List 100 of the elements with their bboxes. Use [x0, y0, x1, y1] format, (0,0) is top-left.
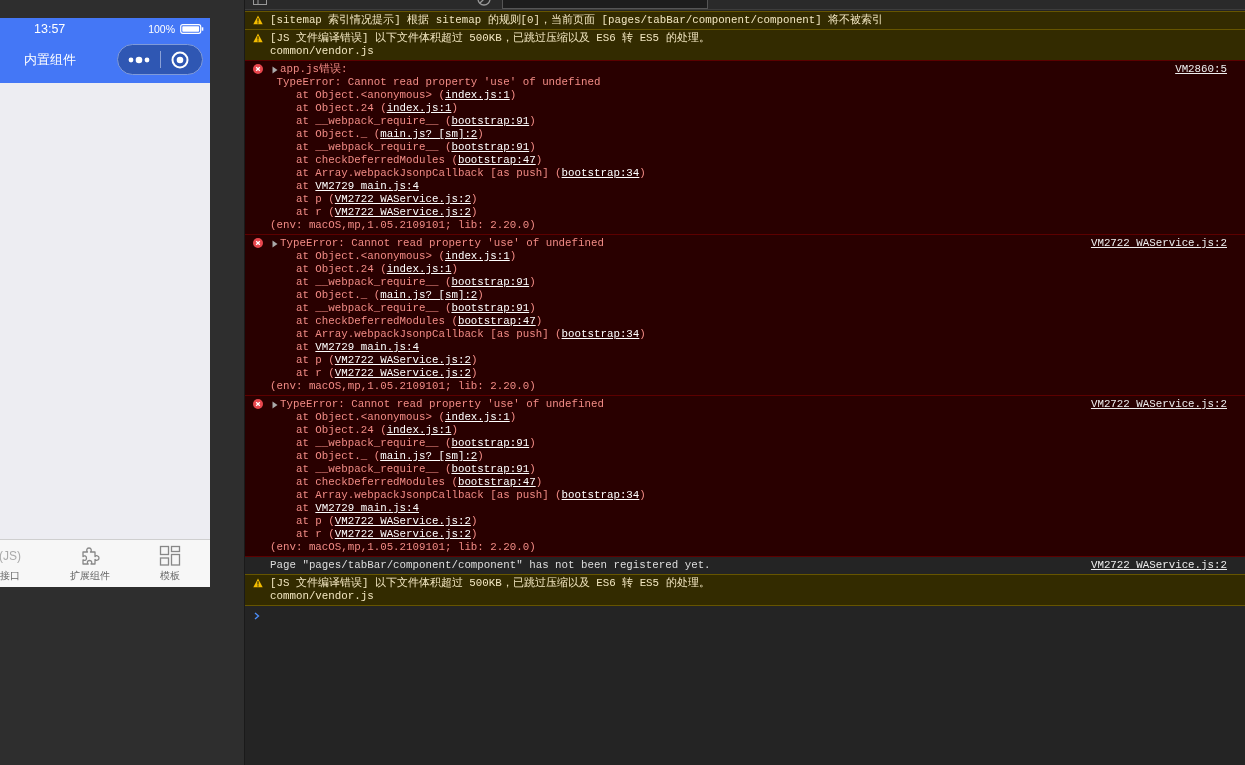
grid-icon — [159, 545, 181, 567]
message-text: at r ( — [294, 206, 335, 219]
message-text: [JS 文件编译错误] 以下文件体积超过 500KB，已跳过压缩以及 ES6 转 ES5 的处理。 — [270, 577, 710, 590]
tab-label[interactable]: 扩展组件 — [70, 570, 110, 583]
source-link[interactable]: VM2722 WAService.js:2 — [334, 528, 471, 541]
message-text: at __webpack_require__ ( — [294, 276, 452, 289]
message-text: at — [294, 180, 310, 193]
message-text: at p ( — [294, 354, 335, 367]
source-link[interactable]: index.js:1 — [444, 411, 510, 424]
source-link[interactable]: VM2729 main.js:4 — [315, 180, 420, 193]
source-link[interactable]: index.js:1 — [386, 102, 452, 115]
source-link[interactable]: bootstrap:91 — [451, 437, 530, 450]
source-link[interactable]: bootstrap:47 — [457, 476, 536, 489]
source-link[interactable]: VM2729 main.js:4 — [315, 502, 420, 515]
message-text: TypeError: Cannot read property 'use' of undefined — [275, 76, 601, 89]
message-text: at Array.webpackJsonpCallback [as push] ( — [294, 167, 562, 180]
message-text: ) — [639, 328, 646, 341]
message-text: app.js错误: — [280, 63, 348, 76]
source-link[interactable]: VM2860:5 — [1175, 63, 1227, 76]
message-text: at Object.24 ( — [294, 263, 387, 276]
source-link[interactable]: VM2722 WAService.js:2 — [334, 206, 471, 219]
message-text: at r ( — [294, 367, 335, 380]
message-text: ) — [529, 276, 536, 289]
source-link[interactable]: bootstrap:34 — [561, 328, 640, 341]
tab-label[interactable]: 模板 — [160, 570, 180, 583]
source-link[interactable]: VM2729 main.js:4 — [315, 341, 420, 354]
message-text: ) — [535, 315, 543, 328]
message-text: ) — [470, 367, 478, 380]
source-link[interactable]: index.js:1 — [444, 250, 510, 263]
source-link[interactable]: VM2722 WAService.js:2 — [1090, 237, 1227, 250]
source-link[interactable]: bootstrap:34 — [561, 489, 640, 502]
message-text: ) — [529, 115, 536, 128]
message-text: Page "pages/tabBar/component/component" has not been registered yet. — [270, 559, 711, 572]
message-text: [JS 文件编译错误] 以下文件体积超过 500KB，已跳过压缩以及 ES6 转 ES5 的处理。 — [270, 32, 710, 45]
message-text: at Object.<anonymous> ( — [294, 411, 445, 424]
source-link[interactable]: VM2722 WAService.js:2 — [334, 354, 471, 367]
source-link[interactable]: main.js? [sm]:2 — [380, 128, 478, 141]
message-text: ) — [535, 154, 543, 167]
message-text: at checkDeferredModules ( — [294, 154, 458, 167]
message-text: ) — [509, 89, 517, 102]
source-link[interactable]: bootstrap:91 — [451, 141, 530, 154]
more-icon — [128, 55, 150, 64]
message-text: at __webpack_require__ ( — [294, 115, 452, 128]
prompt-icon — [254, 612, 260, 620]
message-text: at Object._ ( — [294, 128, 381, 141]
source-link[interactable]: bootstrap:91 — [451, 276, 530, 289]
message-text: ) — [477, 289, 484, 302]
source-link[interactable]: index.js:1 — [386, 424, 452, 437]
message-text: ) — [451, 102, 458, 115]
message-text: ) — [477, 450, 484, 463]
message-text: common/vendor.js — [270, 45, 374, 58]
message-text: at Array.webpackJsonpCallback [as push] ( — [294, 489, 562, 502]
message-text: at checkDeferredModules ( — [294, 476, 458, 489]
puzzle-icon — [79, 545, 101, 567]
message-text: at __webpack_require__ ( — [294, 463, 452, 476]
message-text: TypeError: Cannot read property 'use' of undefined — [280, 398, 604, 411]
source-link[interactable]: bootstrap:91 — [451, 115, 530, 128]
page-title: 内置组件 — [24, 50, 76, 69]
message-text: ) — [529, 437, 536, 450]
message-text: at Object.24 ( — [294, 102, 387, 115]
message-text: ) — [470, 515, 478, 528]
source-link[interactable]: VM2722 WAService.js:2 — [334, 367, 471, 380]
message-text: at r ( — [294, 528, 335, 541]
message-text: ) — [529, 302, 536, 315]
source-link[interactable]: main.js? [sm]:2 — [380, 289, 478, 302]
message-text: ) — [535, 476, 543, 489]
message-text: (env: macOS,mp,1.05.2109101; lib: 2.20.0) — [270, 380, 536, 393]
message-text: at __webpack_require__ ( — [294, 141, 452, 154]
source-link[interactable]: VM2722 WAService.js:2 — [334, 515, 471, 528]
battery-icon — [180, 24, 204, 34]
message-text: ) — [639, 489, 646, 502]
message-text: at __webpack_require__ ( — [294, 437, 452, 450]
message-text: ) — [451, 424, 458, 437]
status-time: 13:57 — [34, 22, 66, 36]
message-text: ) — [509, 250, 517, 263]
message-text: at checkDeferredModules ( — [294, 315, 458, 328]
message-text: at Array.webpackJsonpCallback [as push] ( — [294, 328, 562, 341]
source-link[interactable]: bootstrap:47 — [457, 315, 536, 328]
source-link[interactable]: bootstrap:91 — [451, 302, 530, 315]
message-text: ) — [470, 354, 478, 367]
message-text: at p ( — [294, 193, 335, 206]
source-link[interactable]: VM2722 WAService.js:2 — [1090, 398, 1227, 411]
tab-label[interactable]: 接口 — [0, 570, 20, 583]
source-link[interactable]: VM2722 WAService.js:2 — [334, 193, 471, 206]
message-text: [sitemap 索引情况提示] 根据 sitemap 的规则[0]，当前页面 [pages/tabBar/component/component] 将不被索引 — [270, 14, 884, 27]
capsule-menu[interactable] — [117, 44, 203, 75]
message-text: ) — [509, 411, 517, 424]
message-text: (env: macOS,mp,1.05.2109101; lib: 2.20.0) — [270, 541, 536, 554]
message-text: at — [294, 502, 310, 515]
message-text: ) — [470, 193, 478, 206]
message-text: ) — [477, 128, 484, 141]
source-link[interactable]: bootstrap:47 — [457, 154, 536, 167]
source-link[interactable]: main.js? [sm]:2 — [380, 450, 478, 463]
source-link[interactable]: index.js:1 — [444, 89, 510, 102]
source-link[interactable]: VM2722 WAService.js:2 — [1090, 559, 1227, 572]
source-link[interactable]: bootstrap:34 — [561, 167, 640, 180]
source-link[interactable]: bootstrap:91 — [451, 463, 530, 476]
message-text: at Object.24 ( — [294, 424, 387, 437]
message-text: at — [294, 341, 310, 354]
source-link[interactable]: index.js:1 — [386, 263, 452, 276]
